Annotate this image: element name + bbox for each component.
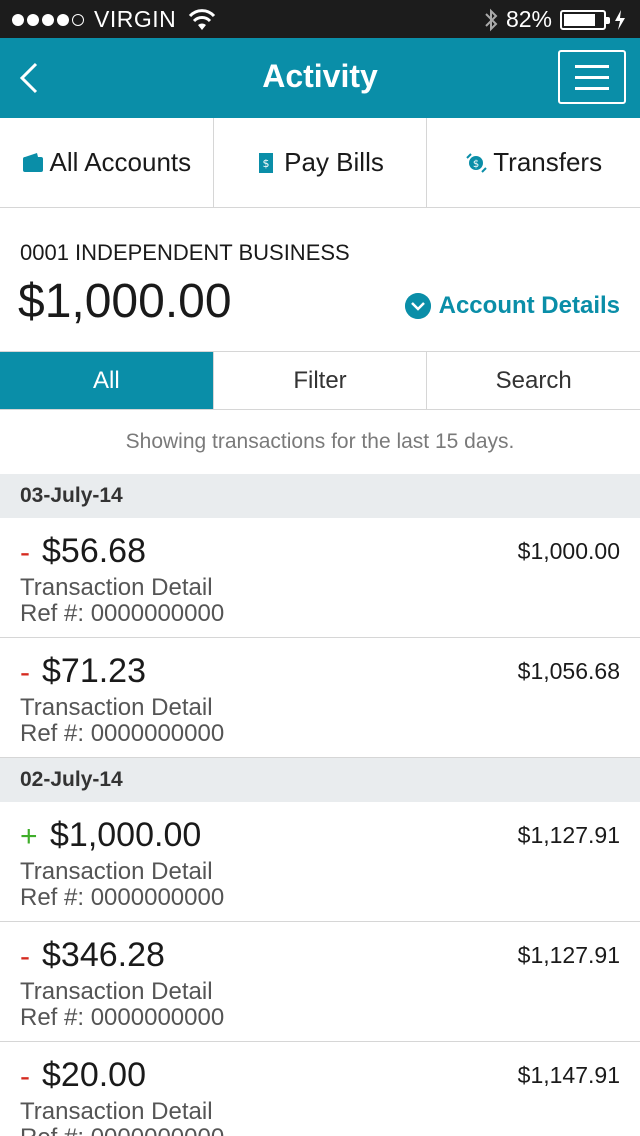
transaction-ref: Ref #: 0000000000: [20, 884, 225, 911]
account-balance: $1,000.00: [18, 275, 232, 328]
transaction-amount: $56.68: [42, 532, 146, 570]
transaction-row[interactable]: - $71.23 $1,056.68 Transaction Detail Re…: [0, 638, 640, 758]
transaction-detail: Transaction Detail: [20, 1098, 213, 1125]
wifi-icon: [189, 8, 216, 30]
transaction-ref: Ref #: 0000000000: [20, 720, 225, 747]
pay-bills-label: Pay Bills: [284, 147, 384, 177]
transaction-row[interactable]: + $1,000.00 $1,127.91 Transaction Detail…: [0, 802, 640, 922]
transfer-icon: $: [466, 152, 487, 173]
pay-bills-button[interactable]: $ Pay Bills: [214, 118, 428, 207]
status-bar: VIRGIN 82%: [0, 0, 640, 38]
segmented-control: All Filter Search: [0, 352, 640, 410]
navigation-bar: Activity: [0, 38, 640, 118]
running-balance: $1,147.91: [517, 1062, 620, 1088]
date-range-notice: Showing transactions for the last 15 day…: [125, 430, 515, 453]
running-balance: $1,056.68: [517, 658, 620, 684]
battery-icon: [560, 9, 610, 30]
running-balance: $1,127.91: [517, 942, 620, 968]
transaction-amount: $71.23: [42, 652, 146, 690]
battery-percent: 82%: [505, 6, 552, 32]
tab-all[interactable]: All: [0, 352, 214, 409]
transaction-amount: $346.28: [42, 936, 165, 974]
transaction-amount: $20.00: [42, 1056, 146, 1094]
transaction-ref: Ref #: 0000000000: [20, 1004, 225, 1031]
transaction-detail: Transaction Detail: [20, 978, 213, 1005]
transaction-detail: Transaction Detail: [20, 694, 213, 721]
transaction-ref: Ref #: 0000000000: [20, 600, 225, 627]
transaction-list: 03-July-14 - $56.68 $1,000.00 Transactio…: [0, 474, 640, 1136]
all-accounts-label: All Accounts: [49, 147, 192, 177]
transaction-row[interactable]: - $56.68 $1,000.00 Transaction Detail Re…: [0, 518, 640, 638]
transfers-label: Transfers: [493, 147, 603, 177]
transaction-sign: +: [20, 820, 38, 853]
charging-icon: [615, 9, 625, 30]
transaction-row[interactable]: - $346.28 $1,127.91 Transaction Detail R…: [0, 922, 640, 1042]
transaction-ref: Ref #: 0000000000: [20, 1124, 224, 1136]
transfers-button[interactable]: $ Transfers: [427, 118, 640, 207]
account-name: 0001 INDEPENDENT BUSINESS: [20, 240, 350, 265]
all-accounts-button[interactable]: All Accounts: [0, 118, 214, 207]
page-title: Activity: [262, 58, 378, 94]
running-balance: $1,000.00: [517, 538, 620, 564]
signal-strength-icon: [12, 13, 84, 26]
transaction-sign: -: [20, 940, 30, 973]
tab-filter[interactable]: Filter: [214, 352, 428, 409]
transaction-amount: $1,000.00: [50, 816, 202, 854]
transaction-detail: Transaction Detail: [20, 858, 213, 885]
menu-button[interactable]: [558, 50, 626, 104]
tab-search[interactable]: Search: [427, 352, 640, 409]
date-header: 03-July-14: [0, 474, 640, 518]
transaction-row[interactable]: - $20.00 $1,147.91 Transaction Detail Re…: [0, 1042, 640, 1136]
chevron-down-icon: [404, 293, 431, 319]
action-tabs: All Accounts $ Pay Bills $ Transfers: [0, 118, 640, 208]
transaction-sign: -: [20, 1060, 30, 1093]
bill-icon: $: [259, 152, 274, 173]
wallet-icon: [22, 152, 43, 172]
transaction-sign: -: [20, 656, 30, 689]
svg-text:$: $: [473, 159, 479, 170]
account-summary: 0001 INDEPENDENT BUSINESS $1,000.00 Acco…: [0, 208, 640, 352]
account-details-button[interactable]: Account Details: [404, 292, 620, 320]
running-balance: $1,127.91: [517, 822, 620, 848]
transaction-detail: Transaction Detail: [20, 574, 213, 601]
carrier-name: VIRGIN: [94, 6, 177, 32]
account-details-label: Account Details: [438, 292, 620, 319]
bluetooth-icon: [485, 8, 498, 31]
date-header: 02-July-14: [0, 758, 640, 802]
svg-text:$: $: [263, 157, 270, 170]
transaction-sign: -: [20, 536, 30, 569]
